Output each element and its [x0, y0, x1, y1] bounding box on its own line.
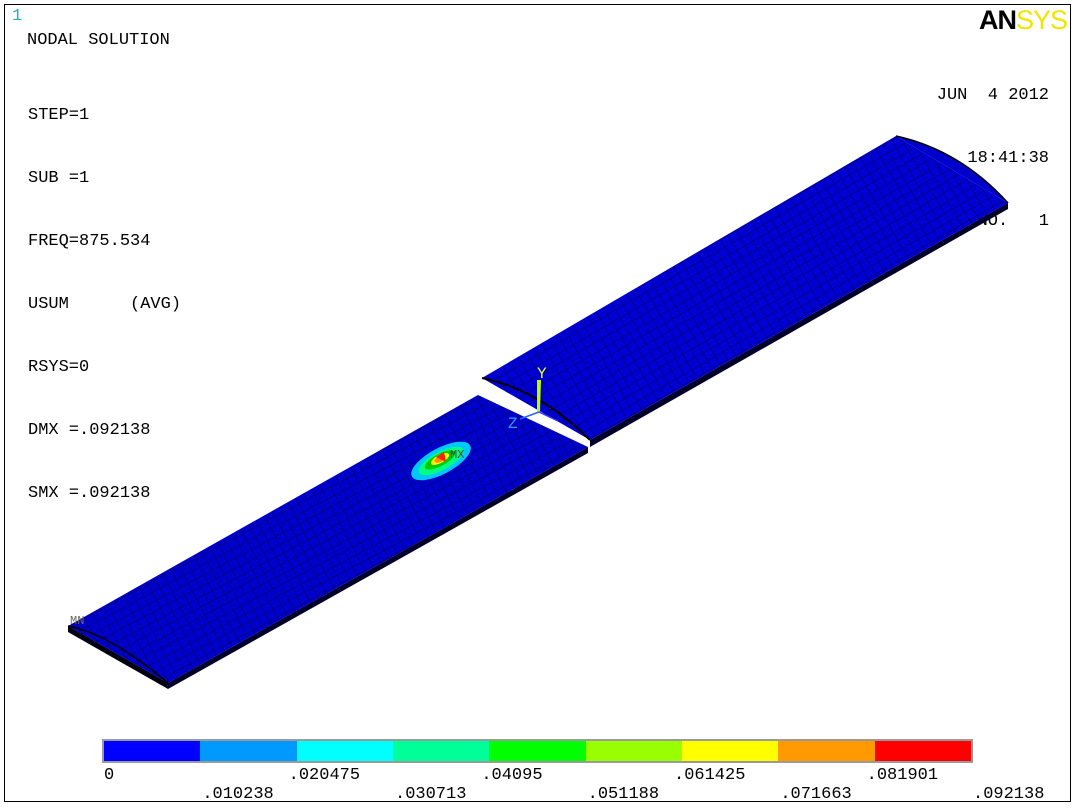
legend-segment	[392, 741, 490, 761]
legend-segment	[874, 741, 971, 761]
legend-segment	[104, 741, 201, 761]
legend-upper-label: .081901	[866, 766, 939, 785]
legend-upper-label: .04095	[481, 766, 543, 785]
legend-segment	[296, 741, 393, 761]
legend-segment	[778, 741, 875, 761]
legend-segment	[200, 741, 297, 761]
legend-lower-label: .071663	[780, 785, 852, 804]
legend-segment	[681, 741, 779, 761]
min-marker: MN	[70, 614, 84, 628]
legend-upper-label: .061425	[674, 766, 746, 785]
legend-segment	[585, 741, 682, 761]
legend-segment	[489, 741, 586, 761]
max-marker: MX	[450, 448, 464, 462]
triad-z-label: Z	[508, 415, 518, 433]
legend-lower-label: .010238	[202, 785, 274, 804]
triad-y-label: Y	[537, 365, 547, 383]
model-viewport[interactable]: Y Z MN MX	[0, 0, 1077, 810]
contour-legend-bar	[102, 739, 973, 763]
legend-upper-label: .020475	[288, 766, 361, 785]
legend-lower-label: .092138	[973, 785, 1045, 804]
legend-upper-label: 0	[104, 766, 115, 785]
legend-lower-label: .030713	[395, 785, 467, 804]
upper-panel	[481, 135, 1009, 447]
legend-lower-label: .051188	[587, 785, 660, 804]
lower-panel	[67, 395, 588, 689]
